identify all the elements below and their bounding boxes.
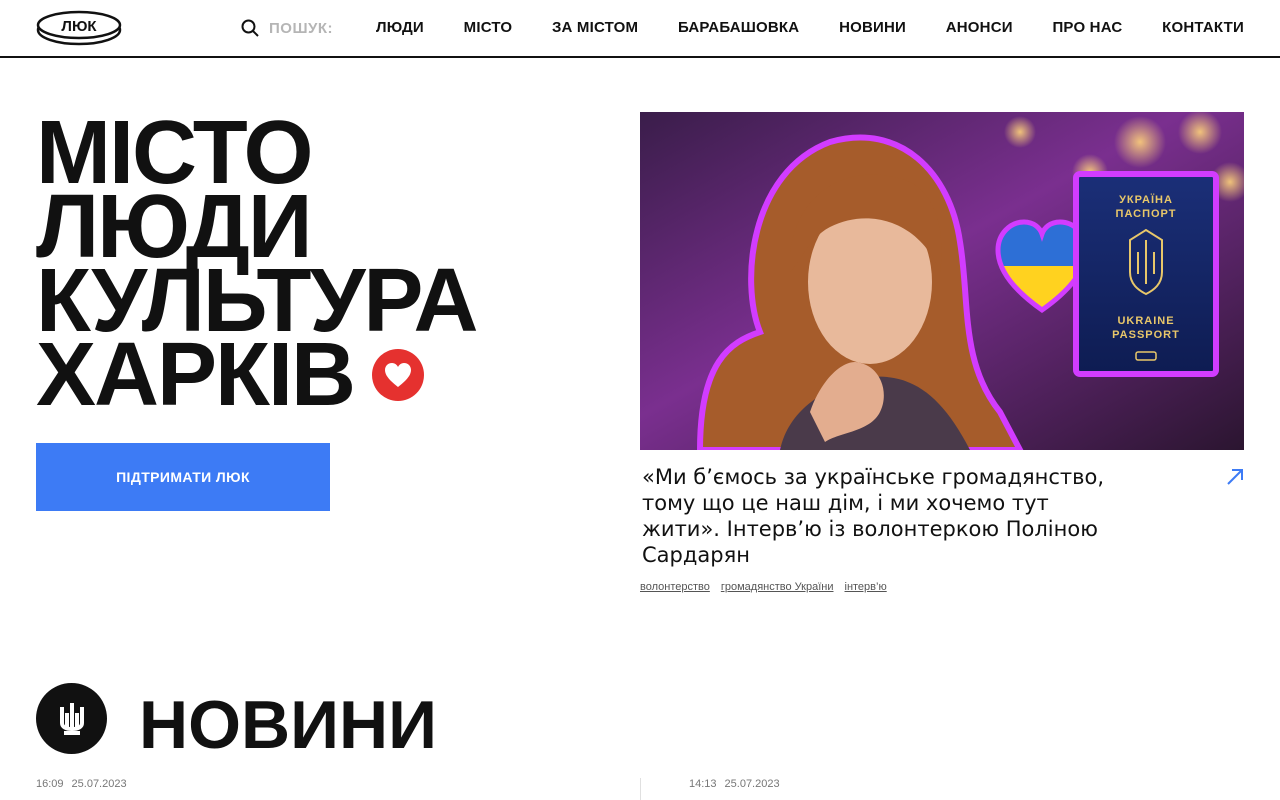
nav-people[interactable]: ЛЮДИ <box>376 19 424 36</box>
search-input[interactable] <box>269 19 349 37</box>
news-divider <box>640 778 641 800</box>
nav-news[interactable]: НОВИНИ <box>839 19 906 36</box>
tag-volunteering[interactable]: волонтерство <box>640 581 710 593</box>
news-item-meta: 14:13 25.07.2023 <box>689 778 780 790</box>
tag-citizenship[interactable]: громадянство України <box>721 581 834 593</box>
nav-city[interactable]: МІСТО <box>464 19 513 36</box>
nav-about[interactable]: ПРО НАС <box>1052 19 1122 36</box>
news-section-title: НОВИНИ <box>139 687 437 763</box>
featured-image[interactable]: УКРАЇНА ПАСПОРТ UKRAINE PASSPORT <box>640 112 1244 450</box>
news-time: 16:09 <box>36 778 64 790</box>
hero-title: МІСТО ЛЮДИ КУЛЬТУРА ХАРКІВ <box>36 108 479 425</box>
nav-contacts[interactable]: КОНТАКТИ <box>1162 19 1244 36</box>
logo[interactable]: ЛЮК <box>36 10 122 46</box>
tag-interview[interactable]: інтерв’ю <box>845 581 887 593</box>
search[interactable] <box>241 19 349 37</box>
article-tags: волонтерство громадянство України інтерв… <box>640 581 887 593</box>
featured-article-title[interactable]: «Ми б’ємось за українське громадянство, … <box>642 464 1112 568</box>
hero-line-kharkiv: ХАРКІВ <box>36 325 356 425</box>
nav-barabashovka[interactable]: БАРАБАШОВКА <box>678 19 799 36</box>
nav-announcements[interactable]: АНОНСИ <box>946 19 1013 36</box>
heart-icon <box>372 349 424 401</box>
passport-country-en: UKRAINE <box>1117 315 1174 327</box>
logo-text: ЛЮК <box>61 18 97 35</box>
nav-outside-city[interactable]: ЗА МІСТОМ <box>552 19 638 36</box>
featured-illustration: УКРАЇНА ПАСПОРТ UKRAINE PASSPORT <box>640 112 1244 450</box>
support-button[interactable]: ПІДТРИМАТИ ЛЮК <box>36 443 330 511</box>
site-header: ЛЮК ЛЮДИ МІСТО ЗА МІСТОМ БАРАБАШОВКА НОВ… <box>0 0 1280 58</box>
external-arrow-icon[interactable] <box>1226 468 1244 486</box>
passport-word-ua: ПАСПОРТ <box>1116 208 1177 220</box>
trident-icon <box>59 702 84 735</box>
passport-country-ua: УКРАЇНА <box>1119 193 1173 206</box>
news-date: 25.07.2023 <box>724 778 780 790</box>
news-date: 25.07.2023 <box>71 778 127 790</box>
search-icon <box>241 19 259 37</box>
news-section-icon <box>36 683 107 754</box>
passport-word-en: PASSPORT <box>1112 329 1180 341</box>
main-nav: ЛЮДИ МІСТО ЗА МІСТОМ БАРАБАШОВКА НОВИНИ … <box>376 19 1244 36</box>
news-item-meta: 16:09 25.07.2023 <box>36 778 127 790</box>
news-time: 14:13 <box>689 778 717 790</box>
